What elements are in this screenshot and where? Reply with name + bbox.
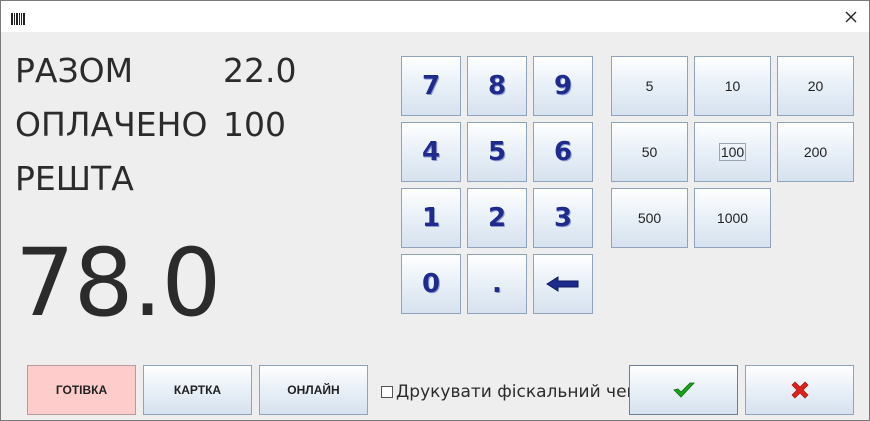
key-1[interactable]: 1 (401, 188, 461, 248)
amount-label: 500 (637, 210, 662, 226)
key-2[interactable]: 2 (467, 188, 527, 248)
check-icon (672, 382, 695, 398)
amount-label: 200 (803, 144, 828, 160)
key-5[interactable]: 5 (467, 122, 527, 182)
amount-100[interactable]: 100 (694, 122, 771, 182)
online-button[interactable]: ОНЛАЙН (259, 365, 368, 415)
close-icon (845, 11, 857, 23)
amount-20[interactable]: 20 (777, 56, 854, 116)
amount-label: 10 (724, 78, 741, 94)
close-button[interactable] (839, 5, 863, 29)
paid-label: ОПЛАЧЕНО (15, 105, 208, 144)
arrow-left-icon (546, 276, 579, 292)
total-label: РАЗОМ (15, 51, 134, 90)
confirm-button[interactable] (629, 365, 738, 415)
amount-label: 5 (645, 78, 654, 94)
amount-10[interactable]: 10 (694, 56, 771, 116)
key-0[interactable]: 0 (401, 254, 461, 314)
amount-label: 100 (718, 143, 747, 161)
fiscal-check-option[interactable]: Друкувати фіскальний чек (381, 382, 637, 402)
amount-5[interactable]: 5 (611, 56, 688, 116)
title-bar (1, 1, 869, 32)
key-7[interactable]: 7 (401, 56, 461, 116)
amount-1000[interactable]: 1000 (694, 188, 771, 248)
amount-500[interactable]: 500 (611, 188, 688, 248)
change-label: РЕШТА (15, 159, 134, 198)
key-4[interactable]: 4 (401, 122, 461, 182)
key-9[interactable]: 9 (533, 56, 593, 116)
barcode-icon (11, 10, 26, 25)
amount-label: 20 (807, 78, 824, 94)
cancel-button[interactable] (745, 365, 854, 415)
backspace-button[interactable] (533, 254, 593, 314)
payment-window: РАЗОМ 22.0 ОПЛАЧЕНО 100 РЕШТА 78.0 7 8 9… (0, 0, 870, 421)
paid-value: 100 (223, 105, 286, 144)
key-6[interactable]: 6 (533, 122, 593, 182)
change-value: 78.0 (15, 229, 221, 338)
cash-button[interactable]: ГОТІВКА (27, 365, 136, 415)
fiscal-check-label: Друкувати фіскальний чек (396, 382, 637, 402)
amount-50[interactable]: 50 (611, 122, 688, 182)
fiscal-check-checkbox[interactable] (381, 386, 393, 398)
amount-200[interactable]: 200 (777, 122, 854, 182)
cross-icon (791, 381, 808, 399)
total-value: 22.0 (223, 51, 297, 90)
amount-label: 50 (641, 144, 658, 160)
key-3[interactable]: 3 (533, 188, 593, 248)
card-button[interactable]: КАРТКА (143, 365, 252, 415)
amount-label: 1000 (716, 210, 749, 226)
key-8[interactable]: 8 (467, 56, 527, 116)
key-decimal[interactable]: . (467, 254, 527, 314)
